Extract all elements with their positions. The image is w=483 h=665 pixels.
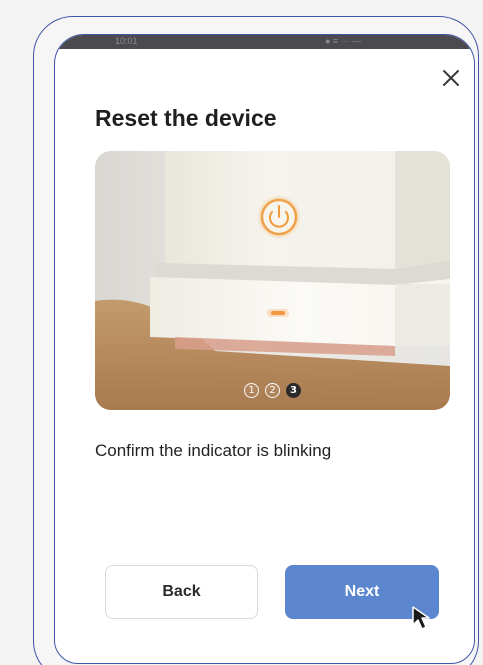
next-button[interactable]: Next [285, 565, 439, 619]
stage: 10:01 ● ≡ ··· — Reset the device 1 2 3 C… [0, 0, 483, 665]
instruction-text: Confirm the indicator is blinking [95, 441, 332, 460]
dialog-screen: 10:01 ● ≡ ··· — Reset the device 1 2 3 C… [54, 34, 475, 664]
status-bar: 10:01 ● ≡ ··· — [55, 35, 474, 49]
status-icons: ● ≡ ··· — [325, 36, 362, 46]
device-illustration: 1 2 3 [95, 151, 450, 410]
step-dot-2[interactable]: 2 [265, 383, 280, 398]
dialog-title: Reset the device [95, 105, 277, 131]
close-button[interactable] [436, 63, 466, 93]
status-time: 10:01 [115, 36, 138, 46]
router-image [95, 151, 450, 410]
step-dot-3[interactable]: 3 [286, 383, 301, 398]
step-dot-1[interactable]: 1 [244, 383, 259, 398]
close-icon [443, 70, 459, 86]
back-button[interactable]: Back [105, 565, 258, 619]
carousel-dots: 1 2 3 [95, 383, 450, 398]
